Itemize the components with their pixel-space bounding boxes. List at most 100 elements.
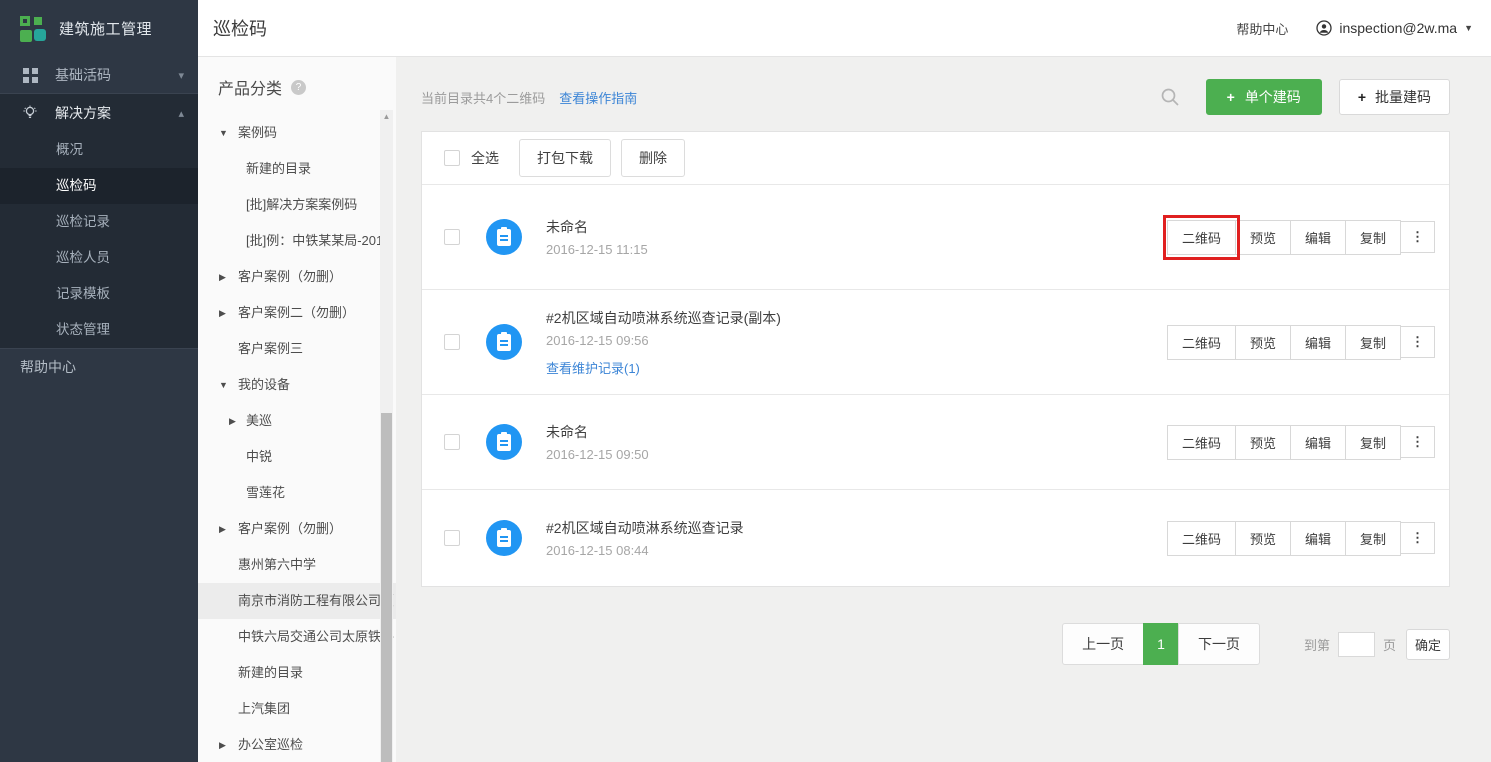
- qr-code-button[interactable]: 二维码: [1167, 425, 1236, 460]
- tree-expanded-icon[interactable]: ▼: [219, 367, 228, 403]
- goto-confirm-button[interactable]: 确定: [1406, 629, 1450, 660]
- more-actions-button[interactable]: ⋮: [1400, 221, 1435, 253]
- sidebar-item-record-templates[interactable]: 记录模板: [0, 276, 198, 312]
- goto-page-input[interactable]: [1338, 632, 1375, 657]
- tree-item[interactable]: 中锐: [198, 439, 396, 475]
- preview-button[interactable]: 预览: [1235, 521, 1291, 556]
- sidebar-section-solutions: 解决方案 ▴ 概况 巡检码 巡检记录 巡检人员 记录模板 状态管理: [0, 93, 198, 349]
- help-tooltip-icon[interactable]: ?: [291, 80, 306, 95]
- copy-button[interactable]: 复制: [1345, 220, 1401, 255]
- tree-item[interactable]: ▶美巡: [198, 403, 396, 439]
- row-checkbox[interactable]: [444, 229, 460, 245]
- copy-button[interactable]: 复制: [1345, 425, 1401, 460]
- tree-scrollbar[interactable]: ▲: [380, 110, 393, 762]
- tree-collapsed-icon[interactable]: ▶: [219, 259, 226, 295]
- page-title: 巡检码: [213, 15, 267, 41]
- tree-collapsed-icon[interactable]: ▶: [219, 295, 226, 331]
- preview-button[interactable]: 预览: [1235, 325, 1291, 360]
- page-button-group: 上一页 1 下一页: [1062, 623, 1260, 665]
- tree-collapsed-icon[interactable]: ▶: [219, 511, 226, 547]
- sidebar-item-basic-codes[interactable]: 基础活码 ▾: [0, 57, 198, 93]
- qr-code-button[interactable]: 二维码: [1167, 521, 1236, 556]
- tree-item-selected[interactable]: 南京市消防工程有限公司（: [198, 583, 396, 619]
- row-checkbox[interactable]: [444, 334, 460, 350]
- sidebar-item-solutions[interactable]: 解决方案 ▴: [0, 94, 198, 132]
- preview-button[interactable]: 预览: [1235, 220, 1291, 255]
- batch-download-button[interactable]: 打包下载: [519, 139, 611, 177]
- tree-item[interactable]: ▶客户案例（勿删）: [198, 259, 396, 295]
- qr-code-button[interactable]: 二维码: [1167, 220, 1236, 255]
- prev-page-button[interactable]: 上一页: [1062, 623, 1144, 665]
- edit-button[interactable]: 编辑: [1290, 220, 1346, 255]
- select-all-label[interactable]: 全选: [471, 148, 499, 168]
- next-page-button[interactable]: 下一页: [1178, 623, 1260, 665]
- more-vertical-icon: ⋮: [1411, 229, 1424, 244]
- tree-item[interactable]: ▶办公室巡检: [198, 727, 396, 762]
- tree-title: 产品分类: [218, 75, 282, 99]
- search-icon[interactable]: [1160, 87, 1180, 107]
- operation-guide-link[interactable]: 查看操作指南: [559, 88, 637, 107]
- sidebar-item-inspection-codes[interactable]: 巡检码: [0, 168, 198, 204]
- clipboard-icon: [486, 424, 522, 460]
- user-menu[interactable]: inspection@2w.ma ▼: [1316, 20, 1473, 36]
- tree-item[interactable]: 新建的目录: [198, 151, 396, 187]
- tree-item-label: 南京市消防工程有限公司（: [238, 593, 394, 608]
- qr-code-button[interactable]: 二维码: [1167, 325, 1236, 360]
- pagination: 上一页 1 下一页 到第 页 确定: [421, 623, 1450, 665]
- scroll-up-icon[interactable]: ▲: [380, 112, 393, 121]
- row-actions: 二维码 预览 编辑 复制 ⋮: [1168, 325, 1435, 360]
- edit-button[interactable]: 编辑: [1290, 425, 1346, 460]
- plus-icon: +: [1227, 89, 1235, 105]
- tree-collapsed-icon[interactable]: ▶: [229, 403, 236, 439]
- sidebar-item-help-center[interactable]: 帮助中心: [0, 349, 198, 385]
- tree-item-label: 雪莲花: [246, 485, 285, 500]
- more-actions-button[interactable]: ⋮: [1400, 522, 1435, 554]
- tree-collapsed-icon[interactable]: ▶: [219, 727, 226, 762]
- tree-item[interactable]: ▶客户案例二（勿删）: [198, 295, 396, 331]
- tree-item-label: 中铁六局交通公司太原铁路: [238, 629, 394, 644]
- batch-delete-button[interactable]: 删除: [621, 139, 685, 177]
- help-center-link[interactable]: 帮助中心: [1236, 19, 1288, 38]
- sidebar-item-inspection-records[interactable]: 巡检记录: [0, 204, 198, 240]
- qr-date: 2016-12-15 09:56: [546, 333, 781, 348]
- tree-item[interactable]: 上汽集团: [198, 691, 396, 727]
- tree-item[interactable]: 惠州第六中学: [198, 547, 396, 583]
- sidebar-item-inspection-staff[interactable]: 巡检人员: [0, 240, 198, 276]
- tree-item[interactable]: ▼我的设备: [198, 367, 396, 403]
- tree-item[interactable]: ▼案例码: [198, 115, 396, 151]
- create-single-code-button[interactable]: + 单个建码: [1206, 79, 1322, 115]
- tree-item-label: 客户案例三: [238, 341, 303, 356]
- sidebar-item-status-management[interactable]: 状态管理: [0, 312, 198, 348]
- tree-item[interactable]: ▶客户案例（勿删）: [198, 511, 396, 547]
- sidebar-item-label: 解决方案: [55, 103, 178, 123]
- row-checkbox[interactable]: [444, 434, 460, 450]
- sidebar: 建筑施工管理 基础活码 ▾ 解决方案 ▴ 概况: [0, 0, 198, 762]
- button-label: 批量建码: [1375, 89, 1431, 105]
- tree-item[interactable]: 雪莲花: [198, 475, 396, 511]
- edit-button[interactable]: 编辑: [1290, 325, 1346, 360]
- app-title: 建筑施工管理: [59, 18, 152, 39]
- sidebar-item-overview[interactable]: 概况: [0, 132, 198, 168]
- tree-item[interactable]: [批]解决方案案例码: [198, 187, 396, 223]
- edit-button[interactable]: 编辑: [1290, 521, 1346, 556]
- create-batch-code-button[interactable]: +批量建码: [1339, 79, 1450, 115]
- row-checkbox[interactable]: [444, 530, 460, 546]
- qr-title: #2机区域自动喷淋系统巡查记录: [546, 518, 744, 538]
- more-actions-button[interactable]: ⋮: [1400, 426, 1435, 458]
- copy-button[interactable]: 复制: [1345, 521, 1401, 556]
- tree-item-label: 中锐: [246, 449, 272, 464]
- more-actions-button[interactable]: ⋮: [1400, 326, 1435, 358]
- goto-prefix-label: 到第: [1304, 635, 1330, 654]
- maintenance-records-link[interactable]: 查看维护记录(1): [546, 358, 781, 377]
- tree-item[interactable]: 中铁六局交通公司太原铁路: [198, 619, 396, 655]
- tree-item[interactable]: [批]例：中铁某某局-2017: [198, 223, 396, 259]
- current-page-button[interactable]: 1: [1143, 623, 1179, 665]
- tree-item[interactable]: 新建的目录: [198, 655, 396, 691]
- copy-button[interactable]: 复制: [1345, 325, 1401, 360]
- tree-expanded-icon[interactable]: ▼: [219, 115, 228, 151]
- select-all-checkbox[interactable]: [444, 150, 460, 166]
- preview-button[interactable]: 预览: [1235, 425, 1291, 460]
- tree-item[interactable]: 客户案例三: [198, 331, 396, 367]
- button-label: 单个建码: [1245, 89, 1301, 105]
- scrollbar-thumb[interactable]: [381, 413, 392, 762]
